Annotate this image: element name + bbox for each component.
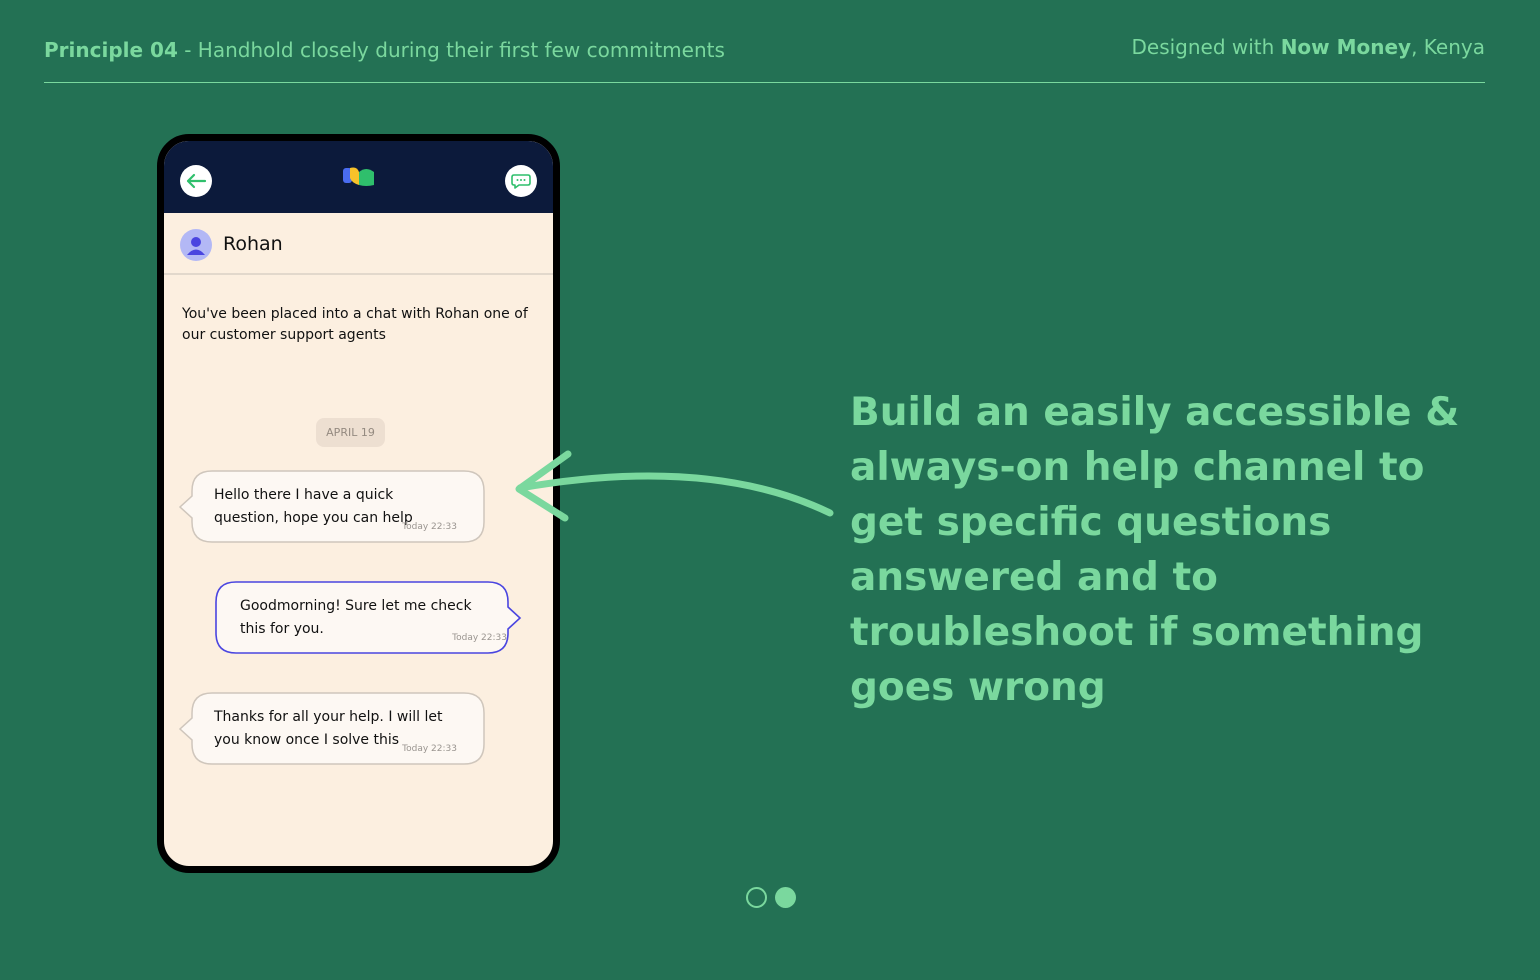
message-time: Today 22:33 bbox=[402, 522, 457, 532]
location: , Kenya bbox=[1411, 35, 1485, 59]
carousel-pager bbox=[746, 887, 796, 908]
date-separator: APRIL 19 bbox=[316, 418, 385, 447]
message-time: Today 22:33 bbox=[402, 744, 457, 754]
pager-dot-1[interactable] bbox=[746, 887, 767, 908]
designed-with-credit: Designed with Now Money, Kenya bbox=[1131, 35, 1485, 59]
chat-bubble-icon bbox=[511, 173, 531, 189]
pointer-arrow-icon bbox=[515, 450, 834, 522]
phone-mockup: Rohan You've been placed into a chat wit… bbox=[157, 134, 560, 873]
message-bubble-agent: Goodmorning! Sure let me check this for … bbox=[215, 581, 522, 654]
brand-name: Now Money bbox=[1280, 35, 1412, 59]
user-icon bbox=[187, 237, 205, 255]
support-chat-button[interactable] bbox=[505, 165, 537, 197]
message-bubble-user: Hello there I have a quick question, hop… bbox=[178, 470, 485, 543]
arrow-left-icon bbox=[186, 173, 207, 189]
principle-header: Principle 04 - Handhold closely during t… bbox=[44, 38, 725, 62]
pager-dot-2[interactable] bbox=[775, 887, 796, 908]
agent-avatar bbox=[180, 229, 212, 261]
message-text: Goodmorning! Sure let me check this for … bbox=[240, 598, 472, 637]
now-money-logo bbox=[343, 167, 374, 186]
message-bubble-user: Thanks for all your help. I will let you… bbox=[178, 692, 485, 765]
header-divider bbox=[44, 82, 1485, 83]
agent-header: Rohan bbox=[164, 213, 553, 275]
back-button[interactable] bbox=[180, 165, 212, 197]
agent-name: Rohan bbox=[223, 233, 283, 255]
system-message: You've been placed into a chat with Roha… bbox=[182, 306, 528, 343]
message-time: Today 22:33 bbox=[452, 633, 507, 643]
principle-text: - Handhold closely during their first fe… bbox=[177, 38, 725, 62]
principle-headline: Build an easily accessible & always-on h… bbox=[850, 390, 1460, 710]
designed-prefix: Designed with bbox=[1131, 35, 1281, 59]
app-header bbox=[164, 141, 553, 213]
principle-label: Principle 04 bbox=[44, 38, 178, 62]
